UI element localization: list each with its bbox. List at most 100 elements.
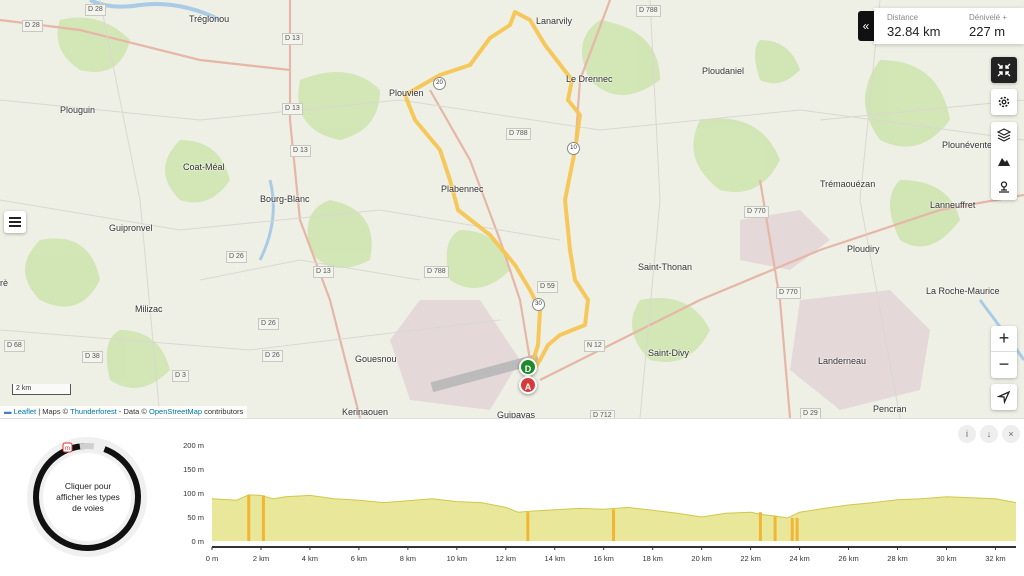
elevation-profile-chart[interactable]: 200 m 150 m 100 m 50 m 0 m0 m 2 km 4 km 6 km 8 k… [170,433,1020,573]
steep-slope-mark [612,509,616,541]
zoom-out-button[interactable]: − [991,352,1017,378]
place-guipavas: Guipavas [497,410,536,418]
poi-button[interactable] [991,174,1017,200]
road-shield: D 68 [4,340,25,352]
steep-slope-mark [261,495,265,541]
x-tick-label: 2 km [253,554,269,563]
zoom-in-button[interactable]: + [991,326,1017,352]
road-shield: D 38 [82,351,103,363]
layers-button[interactable] [991,122,1017,148]
y-tick-label: 0 m [191,537,204,546]
download-button[interactable]: ↓ [980,425,998,443]
y-tick-label: 150 m [183,465,204,474]
x-tick-label: 14 km [545,554,565,563]
place-pencran: Pencran [873,404,907,414]
place-saint-divy: Saint-Divy [648,348,690,358]
leaflet-link[interactable]: Leaflet [14,407,37,416]
distance-label: Distance [887,13,919,22]
map-tools-group [991,122,1017,200]
x-tick-label: 28 km [887,554,907,563]
road-shield: D 13 [282,33,303,45]
info-button[interactable]: i [958,425,976,443]
download-icon: ↓ [986,429,992,439]
place-landerneau: Landerneau [818,356,867,366]
donut-badge: m [65,446,70,452]
fit-route-button[interactable] [991,57,1017,83]
place-lanneuffret: Lanneuffret [930,200,976,210]
road-shield: D 770 [744,206,769,218]
road-shield: D 788 [506,128,531,140]
place-kerinaouen: Kerinaouen [342,407,389,417]
road-shield: D 788 [636,5,661,17]
road-shield: D 770 [776,287,801,299]
road-shield: D 28 [22,20,43,32]
pin-icon [999,181,1009,193]
road-shield: D 28 [85,4,106,16]
place-ploun-venter: Plounéventer [942,140,996,150]
x-tick-label: 4 km [302,554,318,563]
attribution-text: | Maps © [36,407,71,416]
road-shield: D 13 [313,266,334,278]
map-view[interactable]: Tréglonou Lanarvily Le Drennec Ploudanie… [0,0,1024,418]
steep-slope-mark [758,512,762,541]
place-tremaouezan: Trémaouézan [820,179,876,189]
route-stats: Distance 32.84 km Dénivelé + 227 m [874,8,1024,44]
place-le-drennec: Le Drennec [566,74,613,84]
place-saint-thonan: Saint-Thonan [638,262,693,272]
x-tick-label: 16 km [593,554,613,563]
x-tick-label: 8 km [400,554,416,563]
steep-slope-mark [795,517,799,541]
y-tick-label: 200 m [183,441,204,450]
thunderforest-link[interactable]: Thunderforest [70,407,117,416]
road-shield: D 29 [800,408,821,418]
navigation-icon [997,390,1011,404]
map-attribution: ▬ Leaflet | Maps © Thunderforest - Data … [0,406,248,418]
map-basemap [0,0,1024,418]
route-number: 10 [567,142,580,155]
place-treglonou: Tréglonou [189,14,230,24]
steep-slope-mark [526,512,530,541]
place-plouedern: Ploudiry [847,244,880,254]
hamburger-icon [9,217,21,227]
end-marker[interactable]: A [519,376,537,394]
map-scale: 2 km [12,384,71,395]
route-number: 30 [532,298,545,311]
x-tick-label: 20 km [691,554,711,563]
road-shield: D 712 [590,410,615,418]
steep-slope-mark [247,494,251,541]
terrain-button[interactable] [991,148,1017,174]
osm-link[interactable]: OpenStreetMap [149,407,202,416]
x-tick-label: 0 m [206,554,219,563]
steep-slope-mark [790,517,794,541]
road-shield: D 3 [172,370,189,382]
menu-button[interactable] [4,211,26,233]
road-shield: D 26 [262,350,283,362]
place-plabennec: Plabennec [441,184,484,194]
close-button[interactable]: × [1002,425,1020,443]
start-marker[interactable]: D [519,358,537,376]
elevation-label: Dénivelé + [969,13,1008,22]
road-shield: D 26 [258,318,279,330]
place-gouesnou: Gouesnou [355,354,397,364]
road-shield: D 59 [537,281,558,293]
place-lanarvily: Lanarvily [536,16,573,26]
attribution-text: contributors [202,407,244,416]
mountain-icon [998,158,1010,166]
x-tick-label: 10 km [447,554,467,563]
x-tick-label: 12 km [496,554,516,563]
place-plouvien: Plouvien [389,88,424,98]
x-tick-label: 18 km [642,554,662,563]
distance-value: 32.84 km [887,24,941,39]
collapse-panel-button[interactable]: « [858,11,874,41]
settings-button[interactable] [991,89,1017,115]
info-icon: i [966,429,968,439]
road-shield: D 13 [290,145,311,157]
gear-icon [998,96,1010,108]
place-ploudaniel: Ploudaniel [702,66,745,76]
place-bourg-blanc: Bourg-Blanc [260,194,310,204]
donut-hint[interactable]: Cliquer pour afficher les types de voies [52,481,124,514]
road-shield: D 788 [424,266,449,278]
road-shield: D 26 [226,251,247,263]
locate-button[interactable] [991,384,1017,410]
place-guipronvel: Guipronvel [109,223,153,233]
